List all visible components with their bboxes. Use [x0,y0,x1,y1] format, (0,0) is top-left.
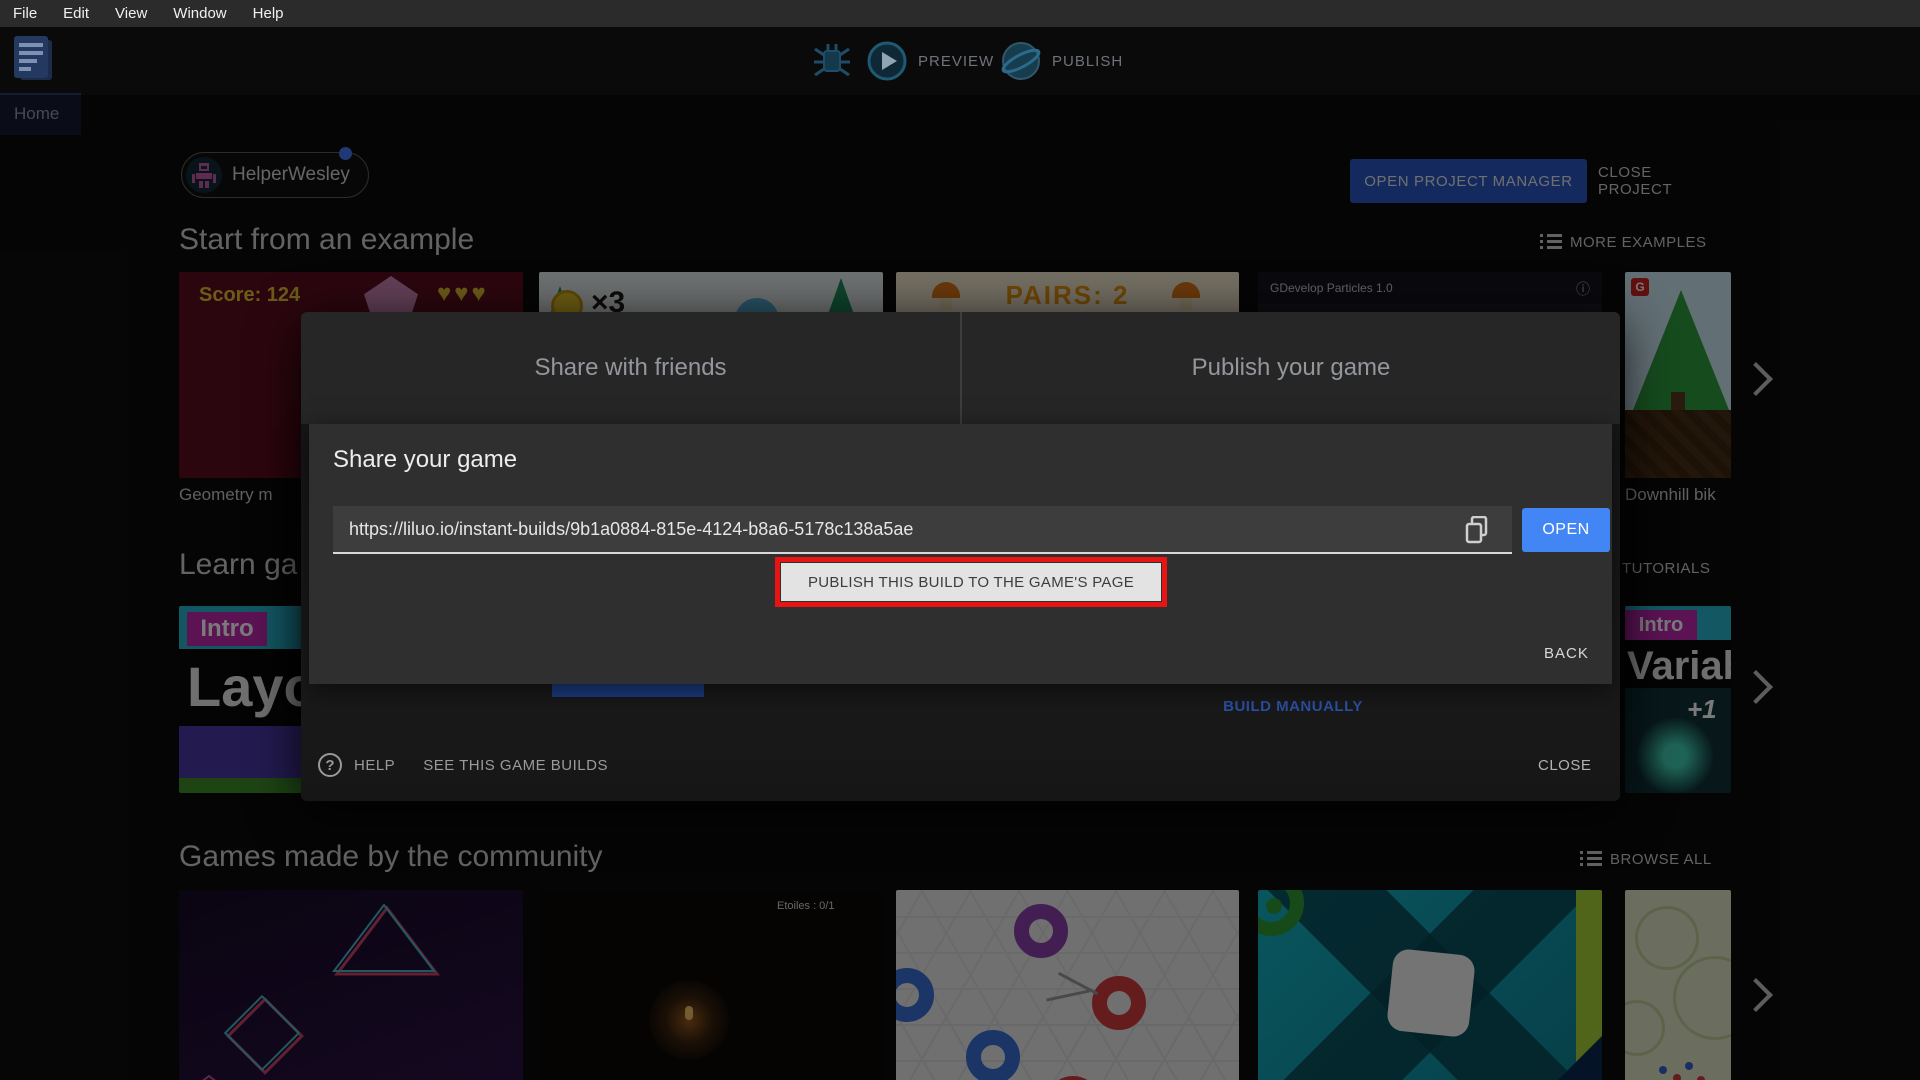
gdevelop-window: File Edit View Window Help PREVIEW PUBLI… [0,0,1920,1080]
play-icon [867,41,907,81]
publish-this-build-button[interactable]: PUBLISH THIS BUILD TO THE GAME'S PAGE [781,563,1161,601]
publish-button[interactable]: PUBLISH [1000,39,1123,83]
tab-publish-your-game[interactable]: Publish your game [962,312,1620,424]
tab-share-with-friends[interactable]: Share with friends [301,312,960,424]
menu-window[interactable]: Window [160,5,239,22]
see-game-builds-button[interactable]: SEE THIS GAME BUILDS [423,757,608,774]
back-button[interactable]: BACK [1544,645,1589,662]
share-url-input[interactable] [333,506,1512,554]
card-title: Share your game [333,446,518,473]
publish-label: PUBLISH [1052,52,1124,70]
help-icon[interactable]: ? [318,753,342,777]
project-manager-icon [14,36,48,78]
build-manually-label: BUILD MANUALLY [1223,698,1363,715]
preview-label: PREVIEW [918,52,995,70]
globe-icon [1001,42,1041,80]
build-manually-link[interactable]: BUILD MANUALLY [1193,698,1393,715]
open-url-label: OPEN [1542,521,1590,538]
help-button[interactable]: HELP [354,757,395,774]
menu-bar: File Edit View Window Help [0,0,1920,27]
project-manager-button[interactable] [14,36,54,84]
copy-icon[interactable] [1464,516,1492,546]
menu-help[interactable]: Help [240,5,297,22]
dialog-footer-left: ? HELP SEE THIS GAME BUILDS [318,753,608,777]
toolbar: PREVIEW PUBLISH [0,27,1920,95]
close-dialog-button[interactable]: CLOSE [1538,757,1591,774]
publish-this-build-label: PUBLISH THIS BUILD TO THE GAME'S PAGE [808,573,1134,591]
menu-edit[interactable]: Edit [50,5,102,22]
share-your-game-card: Share your game OPEN PUBLISH THIS BUILD … [309,424,1612,684]
debug-button[interactable] [812,39,852,83]
tab-publish-label: Publish your game [1191,354,1391,381]
covered-generate-link-button[interactable] [552,684,704,697]
tab-share-label: Share with friends [534,354,727,381]
bug-icon [814,44,850,77]
menu-view[interactable]: View [102,5,160,22]
open-url-button[interactable]: OPEN [1522,508,1610,552]
preview-button[interactable]: PREVIEW [866,39,994,83]
menu-file[interactable]: File [0,5,50,22]
